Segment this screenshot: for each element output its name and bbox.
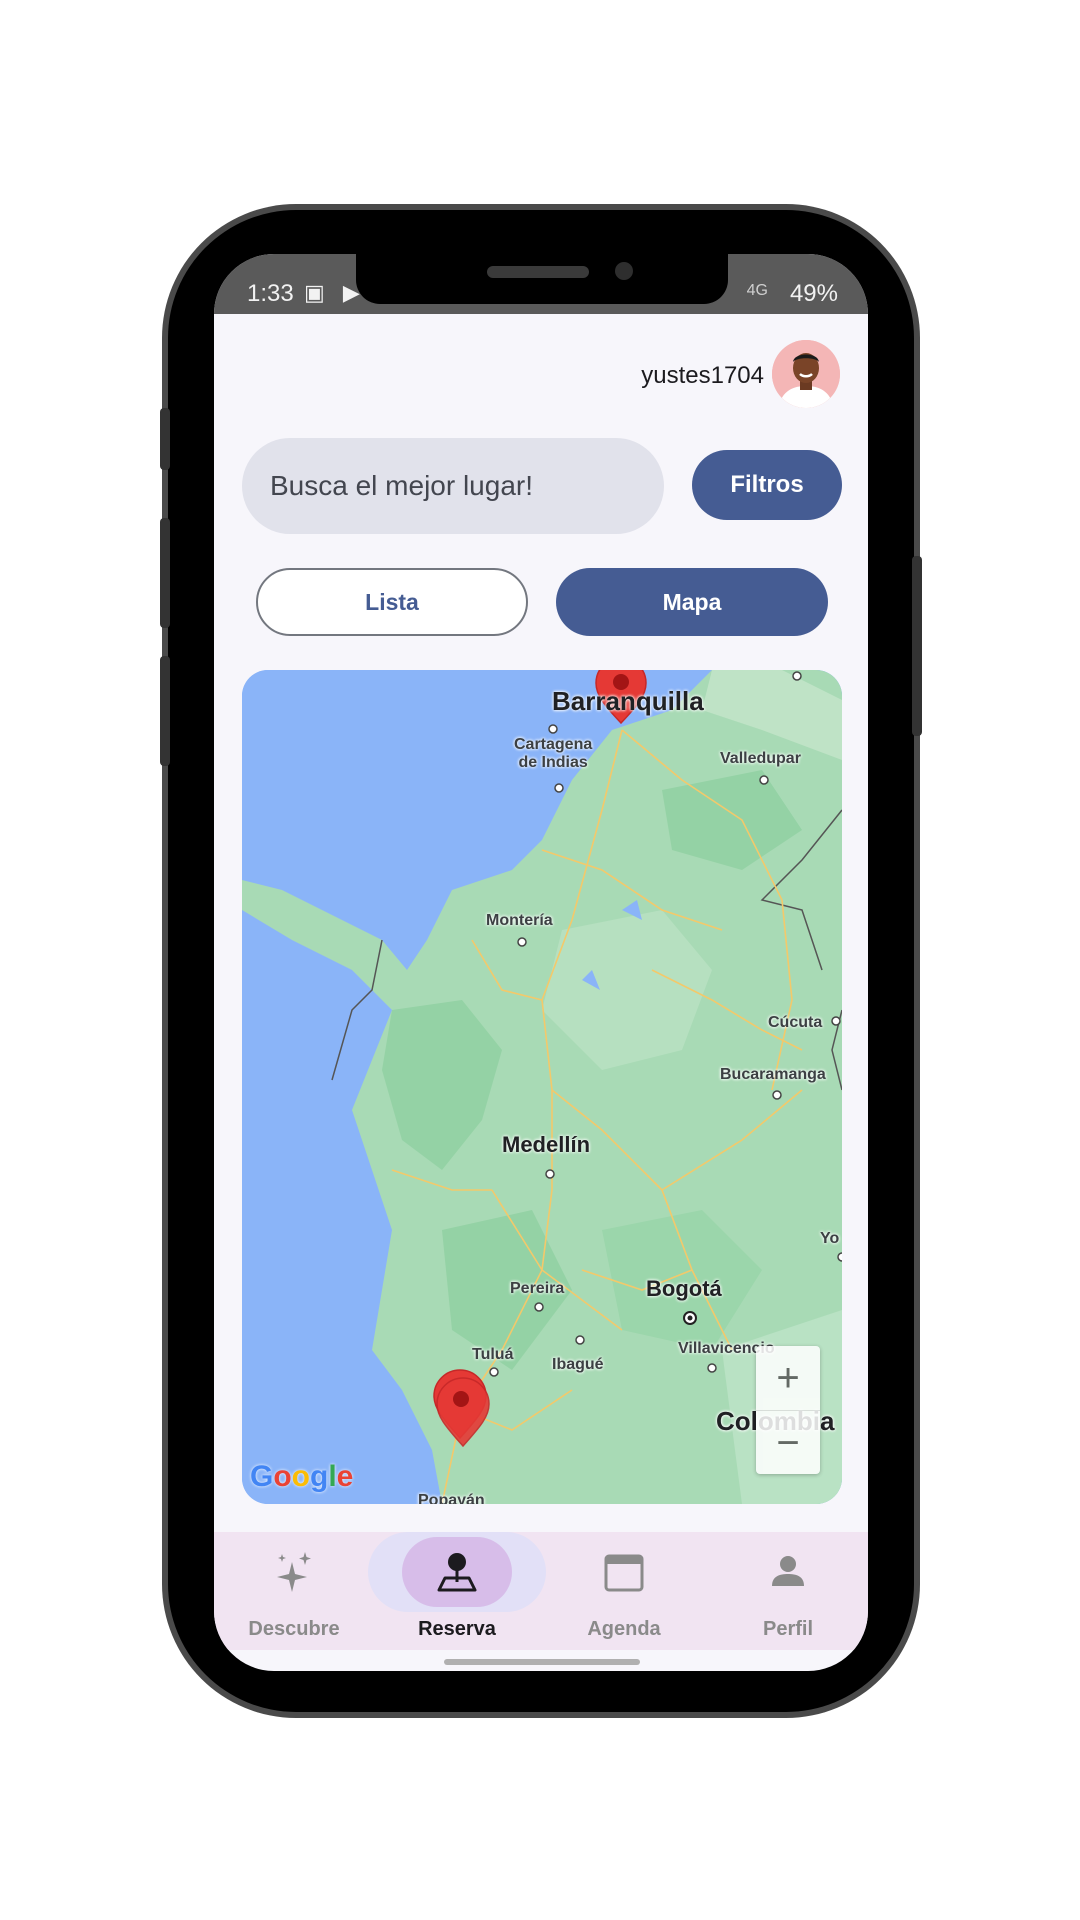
map-label-yo: Yo	[820, 1230, 840, 1247]
zoom-out-button[interactable]: −	[756, 1411, 820, 1475]
nav-label-descubre: Descubre	[248, 1618, 340, 1640]
bottom-navigation: Descubre Reserva Agenda Perfil	[214, 1532, 868, 1650]
nav-item-reserva[interactable]: Reserva	[377, 1532, 537, 1650]
person-icon	[772, 1556, 804, 1586]
username: yustes1704	[641, 362, 764, 389]
avatar[interactable]	[772, 340, 840, 408]
map-label-popayan: Popayán	[418, 1492, 485, 1504]
zoom-controls: + −	[756, 1346, 820, 1474]
map-terrain	[242, 670, 842, 1504]
map-label-valledupar: Valledupar	[720, 750, 801, 767]
nav-label-perfil: Perfil	[762, 1618, 814, 1640]
avatar-person-icon	[772, 340, 840, 408]
map-label-bogota: Bogotá	[646, 1276, 722, 1301]
nav-label-reserva: Reserva	[418, 1618, 496, 1640]
nav-item-agenda[interactable]: Agenda	[544, 1532, 704, 1650]
phone-side-button	[160, 518, 170, 628]
nav-label-agenda: Agenda	[587, 1618, 661, 1640]
battery-level: 49%	[789, 280, 838, 307]
map-label-ibague: Ibagué	[552, 1356, 604, 1373]
sparkle-icon	[277, 1552, 311, 1592]
notch	[356, 254, 728, 304]
calendar-icon	[604, 1554, 644, 1592]
nav-item-perfil[interactable]: Perfil	[708, 1532, 868, 1650]
network-indicator: 4G	[746, 282, 768, 299]
speaker-grille	[487, 266, 589, 278]
map-label-cucuta: Cúcuta	[768, 1014, 823, 1031]
map-label-cartagena: Cartagena de Indias	[514, 736, 593, 771]
pin-location-icon	[437, 1553, 477, 1592]
phone-side-button	[160, 408, 170, 470]
app-screen: 1:33 ▣ ▶ 4G 49% yustes1704 Filtros Lista…	[214, 254, 868, 1671]
map-label-tulua: Tuluá	[472, 1346, 514, 1363]
map-label-monteria: Montería	[486, 912, 553, 929]
search-input[interactable]	[242, 438, 664, 534]
map-view[interactable]: Barranquilla Cartagena de Indias Valledu…	[242, 670, 842, 1504]
status-time: 1:33	[247, 280, 294, 307]
home-indicator[interactable]	[444, 1659, 640, 1665]
tab-list-view[interactable]: Lista	[256, 568, 528, 636]
tab-map-view[interactable]: Mapa	[556, 568, 828, 636]
map-label-medellin: Medellín	[502, 1132, 591, 1157]
filters-button[interactable]: Filtros	[692, 450, 842, 520]
front-camera	[615, 262, 633, 280]
google-logo: Google	[250, 1460, 354, 1493]
map-label-barranquilla: Barranquilla	[552, 686, 704, 716]
phone-power-button	[912, 556, 922, 736]
nav-item-descubre[interactable]: Descubre	[214, 1532, 374, 1650]
phone-side-button	[160, 656, 170, 766]
map-label-pereira: Pereira	[510, 1280, 565, 1297]
map-label-bucaramanga: Bucaramanga	[720, 1066, 826, 1083]
zoom-in-button[interactable]: +	[756, 1346, 820, 1411]
